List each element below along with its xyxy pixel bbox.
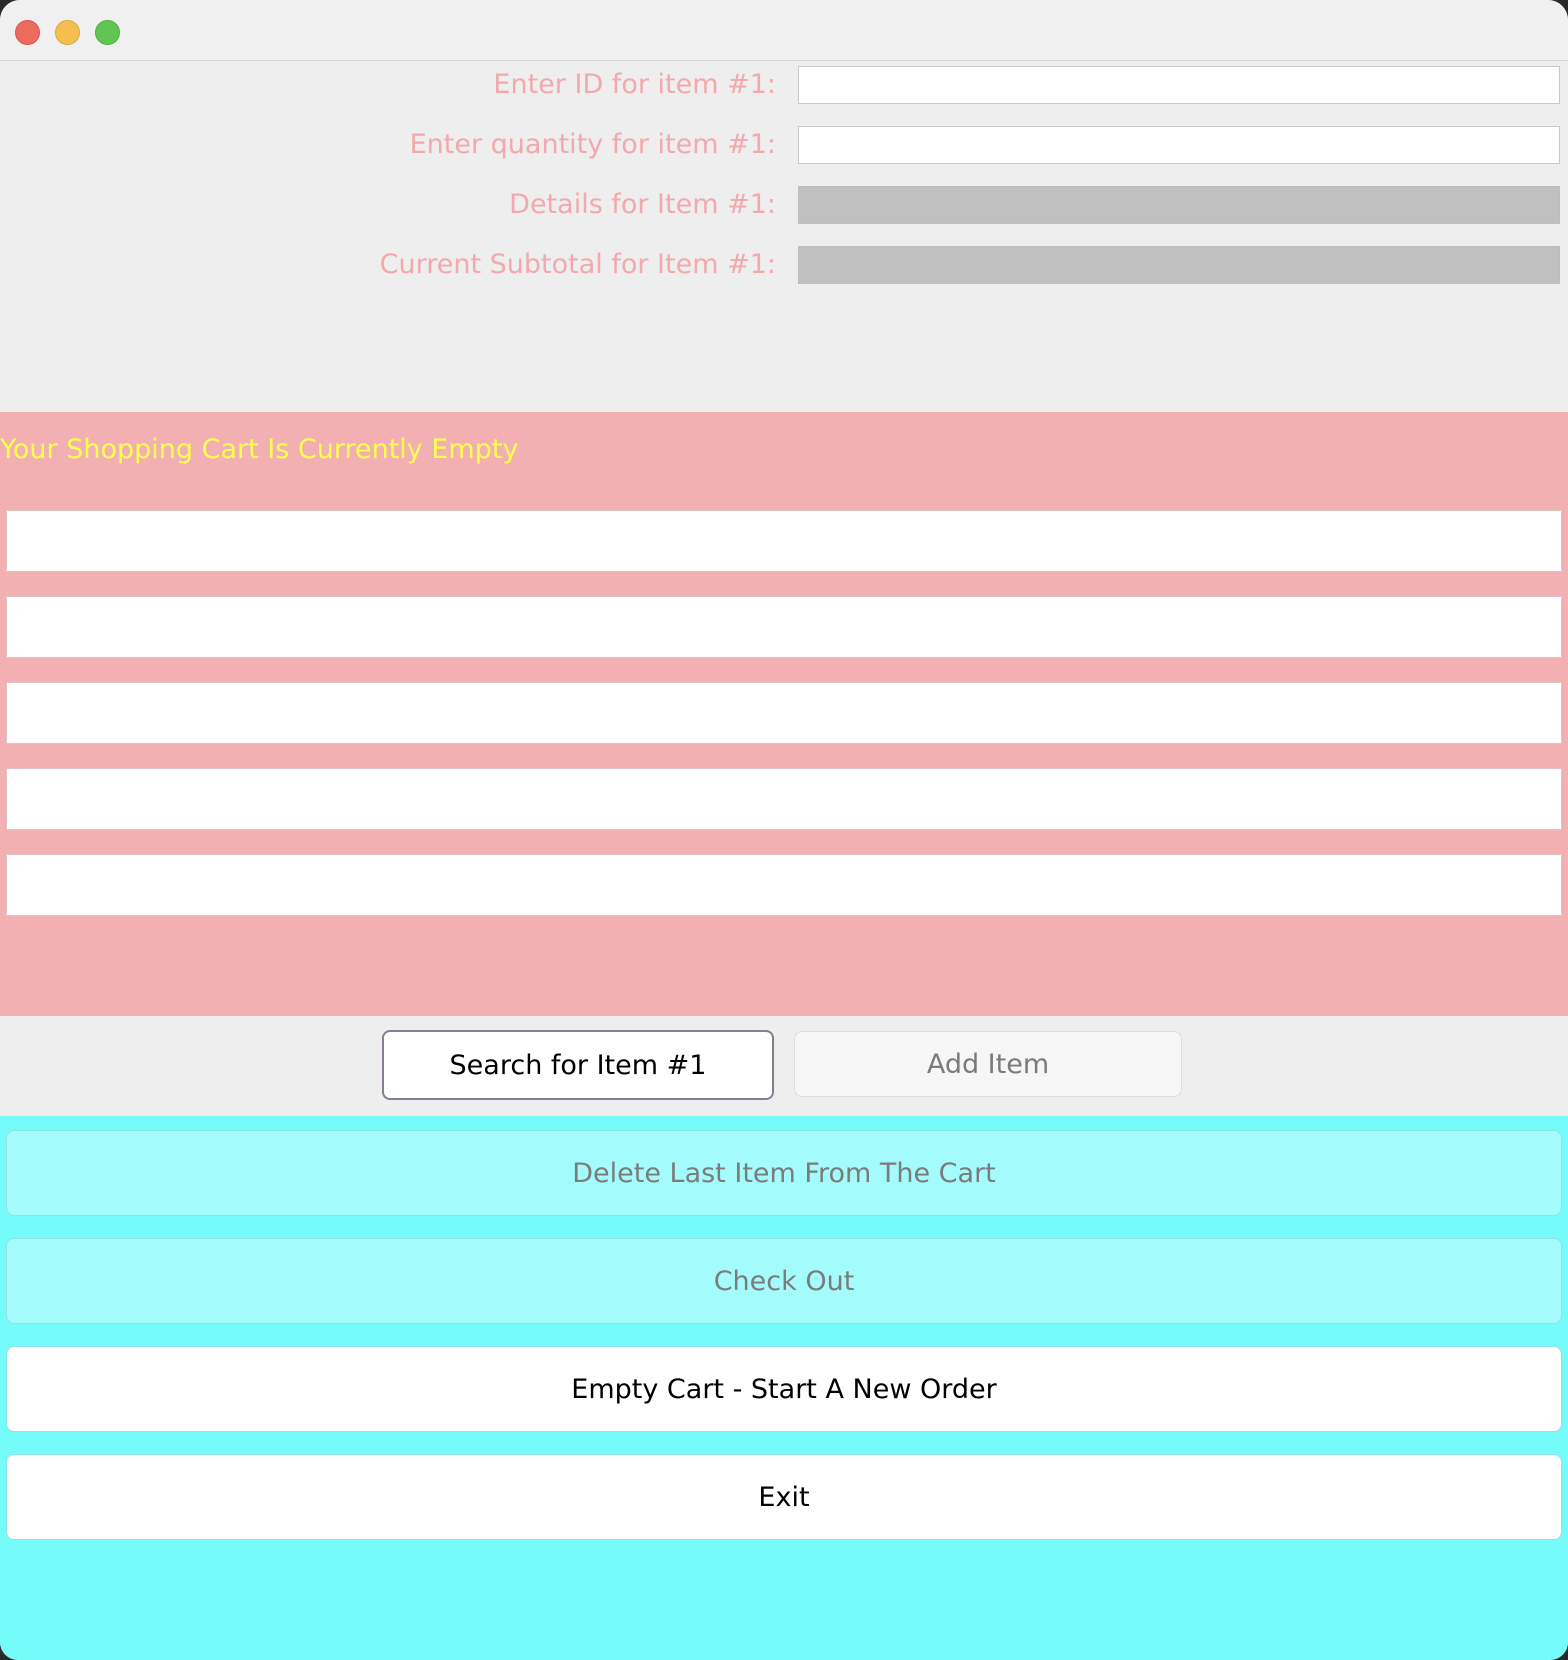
quantity-label: Enter quantity for item #1: [409,129,776,160]
search-item-button[interactable]: Search for Item #1 [382,1030,774,1100]
order-action-panel: Delete Last Item From The Cart Check Out… [0,1116,1568,1660]
add-item-button[interactable]: Add Item [794,1031,1182,1097]
check-out-button[interactable]: Check Out [6,1238,1562,1324]
maximize-window-icon[interactable] [95,20,120,45]
exit-button[interactable]: Exit [6,1454,1562,1540]
item-id-label: Enter ID for item #1: [493,69,776,100]
minimize-window-icon[interactable] [55,20,80,45]
title-bar [0,0,1568,61]
item-entry-panel: Enter ID for item #1: Enter quantity for… [0,61,1568,412]
quantity-field[interactable] [798,126,1560,164]
cart-status-title: Your Shopping Cart Is Currently Empty [0,434,519,465]
item-action-panel: Search for Item #1 Add Item [0,1016,1568,1116]
subtotal-label: Current Subtotal for Item #1: [379,249,776,280]
item-id-row: Enter ID for item #1: [0,66,1568,104]
cart-line-3[interactable] [6,682,1562,744]
empty-cart-button[interactable]: Empty Cart - Start A New Order [6,1346,1562,1432]
delete-last-item-button[interactable]: Delete Last Item From The Cart [6,1130,1562,1216]
cart-line-1[interactable] [6,510,1562,572]
cart-line-2[interactable] [6,596,1562,658]
details-label: Details for Item #1: [509,189,776,220]
quantity-row: Enter quantity for item #1: [0,126,1568,164]
item-id-field[interactable] [798,66,1560,104]
subtotal-field [798,246,1560,284]
cart-line-4[interactable] [6,768,1562,830]
subtotal-row: Current Subtotal for Item #1: [0,246,1568,284]
close-window-icon[interactable] [15,20,40,45]
shopping-cart-panel: Your Shopping Cart Is Currently Empty [0,412,1568,1016]
app-window: Enter ID for item #1: Enter quantity for… [0,0,1568,1660]
cart-line-5[interactable] [6,854,1562,916]
details-row: Details for Item #1: [0,186,1568,224]
details-field [798,186,1560,224]
